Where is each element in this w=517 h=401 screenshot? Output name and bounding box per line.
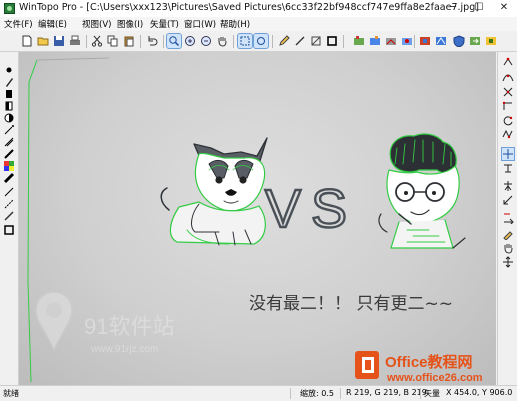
print-icon[interactable] [68, 34, 82, 48]
zigzag-icon[interactable] [502, 128, 514, 140]
main-toolbar [0, 31, 517, 52]
raster-tool-icon[interactable] [352, 34, 366, 48]
boy-drawing [378, 133, 466, 249]
menu-file[interactable]: 文件(F) [4, 18, 33, 30]
cut-icon[interactable] [90, 34, 104, 48]
move-tool-icon[interactable] [502, 256, 514, 268]
dot-icon[interactable] [3, 64, 15, 76]
new-file-icon[interactable] [20, 34, 34, 48]
undo-icon[interactable] [145, 34, 159, 48]
left-toolbar [0, 52, 19, 385]
watermark-right: Office教程网 www.office26.com [355, 351, 483, 384]
thin-line-icon[interactable] [3, 186, 15, 198]
pan-hand-icon[interactable] [215, 34, 229, 48]
cursor-plus-icon[interactable] [501, 147, 515, 161]
shield-icon[interactable] [452, 34, 466, 48]
dash-line-icon[interactable] [3, 198, 15, 210]
star-icon[interactable] [502, 180, 514, 192]
color-tool-icon[interactable] [418, 34, 432, 48]
image-canvas[interactable]: VS 没有最二！！ 只有更二~~ 91软件站 www.91rjz.com Off… [19, 52, 496, 385]
menu-image[interactable]: 图像(I) [117, 18, 143, 30]
bend-icon[interactable] [502, 100, 514, 112]
pen-icon[interactable] [3, 76, 15, 88]
select-region-icon[interactable] [237, 33, 253, 49]
watermark-left-name: 91软件站 [84, 314, 174, 339]
rectangle-icon[interactable] [3, 224, 15, 236]
husky-drawing [160, 137, 268, 246]
draw-icon[interactable] [3, 148, 15, 160]
contrast-icon[interactable] [3, 112, 15, 124]
export-icon[interactable] [468, 34, 482, 48]
copy-icon[interactable] [106, 34, 120, 48]
status-rgb: R 219, G 219, B 219 [346, 388, 427, 397]
traced-image: VS 没有最二！！ 只有更二~~ 91软件站 www.91rjz.com Off… [27, 57, 483, 384]
slogan-text: 没有最二！！ 只有更二~~ [249, 294, 453, 314]
menu-bar: 文件(F) 编辑(E) 视图(V) 图像(I) 矢量(T) 窗口(W) 帮助(H… [0, 17, 517, 31]
wand-icon[interactable] [3, 136, 15, 148]
watermark-right-url: www.office26.com [386, 372, 483, 384]
maximize-button[interactable]: ☐ [466, 0, 492, 16]
line-tool-icon[interactable] [293, 34, 307, 48]
zoom-in-icon[interactable] [183, 34, 197, 48]
hand-tool-icon[interactable] [502, 242, 514, 254]
vectorize-icon[interactable] [434, 34, 448, 48]
close-button[interactable]: ✕ [491, 0, 517, 16]
open-folder-icon[interactable] [36, 34, 50, 48]
filter-tool-icon[interactable] [368, 34, 382, 48]
select-all-icon[interactable] [253, 33, 269, 49]
paste-icon[interactable] [122, 34, 136, 48]
options-icon[interactable] [484, 34, 498, 48]
spray-icon[interactable] [3, 124, 15, 136]
polyline-icon[interactable] [309, 34, 323, 48]
minimize-button[interactable]: ─ [440, 0, 466, 16]
menu-help[interactable]: 帮助(H) [220, 18, 250, 30]
watermark-left: 91软件站 www.91rjz.com [35, 291, 174, 355]
save-icon[interactable] [52, 34, 66, 48]
layer-tool-icon[interactable] [400, 34, 414, 48]
menu-window[interactable]: 窗口(W) [184, 18, 216, 30]
zoom-tool-icon[interactable] [166, 33, 182, 49]
status-zoom: 缩放: 0.5 [300, 389, 334, 398]
status-ready: 就绪 [3, 389, 19, 398]
app-icon [4, 3, 15, 14]
angle-icon[interactable] [502, 194, 514, 206]
status-mode: 矢量 [424, 389, 440, 398]
menu-edit[interactable]: 编辑(E) [38, 18, 67, 30]
watermark-left-url: www.91rjz.com [90, 344, 158, 355]
half-fill-icon[interactable] [3, 100, 15, 112]
window-title: WinTopo Pro - [C:\Users\xxx123\Pictures\… [19, 2, 479, 13]
watermark-right-name: Office教程网 [385, 353, 473, 371]
palette-icon[interactable] [3, 160, 15, 172]
vector-node-icon[interactable] [502, 56, 514, 68]
line-width-icon[interactable] [3, 172, 15, 184]
status-bar: 就绪 缩放: 0.5 R 219, G 219, B 219 矢量 X 454.… [0, 385, 517, 401]
menu-view[interactable]: 视图(V) [82, 18, 111, 30]
curve-icon[interactable] [502, 72, 514, 84]
thin-tool-icon[interactable] [384, 34, 398, 48]
title-bar: WinTopo Pro - [C:\Users\xxx123\Pictures\… [0, 0, 517, 18]
vs-text: VS [265, 179, 357, 239]
arrow-tool-icon[interactable] [502, 212, 514, 226]
rotate-icon[interactable] [502, 114, 514, 126]
edit-node-icon[interactable] [502, 228, 514, 241]
cross-icon[interactable] [502, 86, 514, 98]
status-coords: X 454.0, Y 906.0 [446, 388, 513, 397]
crop-icon[interactable] [325, 34, 339, 48]
right-toolbar [497, 52, 517, 385]
zoom-out-icon[interactable] [199, 34, 213, 48]
text-icon[interactable] [502, 162, 514, 174]
fill-icon[interactable] [3, 88, 15, 100]
diagonal-line-icon[interactable] [3, 210, 15, 222]
menu-vector[interactable]: 矢量(T) [150, 18, 179, 30]
pencil-icon[interactable] [277, 34, 291, 48]
